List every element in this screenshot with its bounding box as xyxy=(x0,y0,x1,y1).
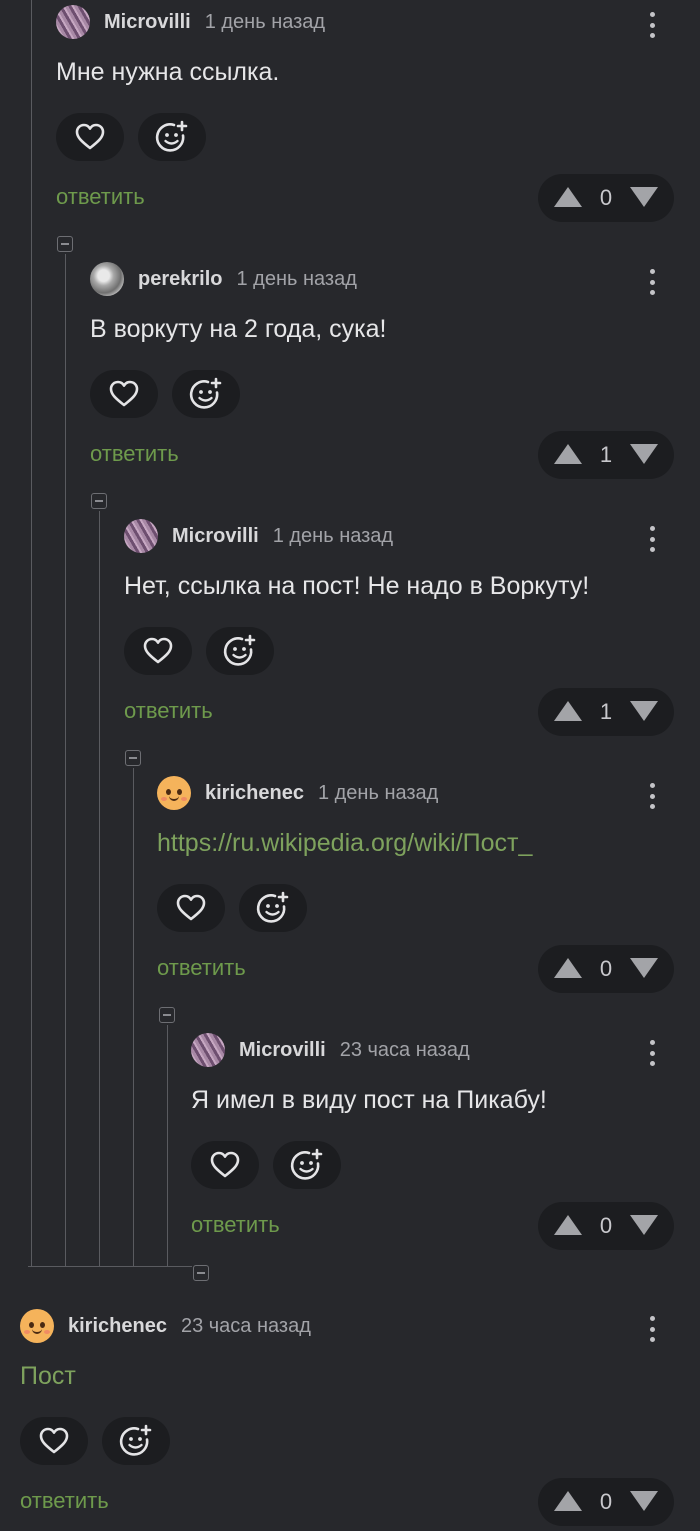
vote-control: 1 xyxy=(538,688,674,736)
heart-outline-icon xyxy=(210,1151,240,1179)
comment-header: Microvilli 23 часа назад xyxy=(191,1032,470,1068)
add-reaction-button[interactable] xyxy=(172,370,240,418)
username[interactable]: Microvilli xyxy=(239,1039,326,1062)
vote-control: 0 xyxy=(538,945,674,993)
avatar[interactable] xyxy=(157,776,191,810)
vote-control: 1 xyxy=(538,431,674,479)
collapse-thread-button[interactable] xyxy=(193,1265,209,1281)
collapse-thread-button[interactable] xyxy=(57,236,73,252)
add-emoji-icon xyxy=(290,1148,324,1182)
reply-link[interactable]: ответить xyxy=(56,184,145,210)
thread-line xyxy=(65,254,66,1266)
comment-text: Нет, ссылка на пост! Не надо в Воркуту! xyxy=(124,572,590,600)
comment-header: Microvilli 1 день назад xyxy=(124,518,393,554)
avatar[interactable] xyxy=(90,262,124,296)
timestamp: 1 день назад xyxy=(317,781,439,804)
comment-header: perekrilo 1 день назад xyxy=(90,261,357,297)
comment-text: Я имел в виду пост на Пикабу! xyxy=(191,1086,547,1114)
like-button[interactable] xyxy=(157,884,225,932)
like-button[interactable] xyxy=(124,627,192,675)
more-vertical-icon[interactable] xyxy=(650,1316,656,1342)
vote-control: 0 xyxy=(538,174,674,222)
comment: kirichenec 23 часа назад Пост ответить 0 xyxy=(20,1308,700,1531)
add-reaction-button[interactable] xyxy=(239,884,307,932)
avatar[interactable] xyxy=(56,5,90,39)
reply-link[interactable]: ответить xyxy=(20,1488,109,1514)
timestamp: 23 часа назад xyxy=(180,1314,311,1337)
reply-link[interactable]: ответить xyxy=(157,955,246,981)
add-emoji-icon xyxy=(223,634,257,668)
thread-line xyxy=(133,768,134,1266)
thread-line xyxy=(99,511,100,1266)
more-vertical-icon[interactable] xyxy=(650,526,656,552)
timestamp: 23 часа назад xyxy=(339,1038,470,1061)
add-reaction-button[interactable] xyxy=(206,627,274,675)
comment-link[interactable]: https://ru.wikipedia.org/wiki/Пост_ xyxy=(157,829,532,858)
collapse-thread-button[interactable] xyxy=(125,750,141,766)
comment-header: kirichenec 1 день назад xyxy=(157,775,438,811)
downvote-button[interactable] xyxy=(629,957,659,979)
heart-outline-icon xyxy=(109,380,139,408)
thread-line xyxy=(31,0,32,1266)
add-reaction-button[interactable] xyxy=(102,1417,170,1465)
more-vertical-icon[interactable] xyxy=(650,783,656,809)
vote-control: 0 xyxy=(538,1202,674,1250)
timestamp: 1 день назад xyxy=(272,524,394,547)
comment-text: В воркуту на 2 года, сука! xyxy=(90,315,387,343)
like-button[interactable] xyxy=(20,1417,88,1465)
username[interactable]: kirichenec xyxy=(68,1315,167,1338)
comment: kirichenec 1 день назад https://ru.wikiped… xyxy=(157,775,700,1005)
avatar[interactable] xyxy=(191,1033,225,1067)
vote-control: 0 xyxy=(538,1478,674,1526)
add-emoji-icon xyxy=(256,891,290,925)
comment-link[interactable]: Пост xyxy=(20,1362,76,1391)
reply-link[interactable]: ответить xyxy=(90,441,179,467)
thread-line xyxy=(167,1025,168,1266)
comments-page: Microvilli 1 день назад Мне нужна ссылка. о… xyxy=(0,0,700,1531)
downvote-button[interactable] xyxy=(629,700,659,722)
heart-outline-icon xyxy=(39,1427,69,1455)
more-vertical-icon[interactable] xyxy=(650,1040,656,1066)
timestamp: 1 день назад xyxy=(236,267,357,290)
downvote-button[interactable] xyxy=(629,1490,659,1512)
comment: perekrilo 1 день назад В воркуту на 2 года… xyxy=(90,261,700,491)
timestamp: 1 день назад xyxy=(204,10,326,33)
username[interactable]: perekrilo xyxy=(138,268,222,291)
add-reaction-button[interactable] xyxy=(273,1141,341,1189)
add-emoji-icon xyxy=(119,1424,153,1458)
comment-header: kirichenec 23 часа назад xyxy=(20,1308,311,1344)
like-button[interactable] xyxy=(191,1141,259,1189)
collapse-thread-button[interactable] xyxy=(91,493,107,509)
username[interactable]: Microvilli xyxy=(172,525,259,548)
add-emoji-icon xyxy=(189,377,223,411)
thread-line-bottom xyxy=(28,1266,192,1267)
heart-outline-icon xyxy=(176,894,206,922)
comment-text: Мне нужна ссылка. xyxy=(56,58,280,86)
downvote-button[interactable] xyxy=(629,1214,659,1236)
more-vertical-icon[interactable] xyxy=(650,269,656,295)
add-reaction-button[interactable] xyxy=(138,113,206,161)
heart-outline-icon xyxy=(143,637,173,665)
comment: Microvilli 23 часа назад Я имел в виду пос… xyxy=(191,1032,700,1262)
avatar[interactable] xyxy=(20,1309,54,1343)
comment-header: Microvilli 1 день назад xyxy=(56,4,325,40)
like-button[interactable] xyxy=(56,113,124,161)
more-vertical-icon[interactable] xyxy=(650,12,656,38)
comment: Microvilli 1 день назад Мне нужна ссылка. о… xyxy=(56,4,700,234)
reply-link[interactable]: ответить xyxy=(124,698,213,724)
avatar[interactable] xyxy=(124,519,158,553)
username[interactable]: Microvilli xyxy=(104,11,191,34)
comment: Microvilli 1 день назад Нет, ссылка на пос… xyxy=(124,518,700,748)
username[interactable]: kirichenec xyxy=(205,782,304,805)
like-button[interactable] xyxy=(90,370,158,418)
heart-outline-icon xyxy=(75,123,105,151)
collapse-thread-button[interactable] xyxy=(159,1007,175,1023)
reply-link[interactable]: ответить xyxy=(191,1212,280,1238)
add-emoji-icon xyxy=(155,120,189,154)
downvote-button[interactable] xyxy=(629,186,659,208)
downvote-button[interactable] xyxy=(629,443,659,465)
